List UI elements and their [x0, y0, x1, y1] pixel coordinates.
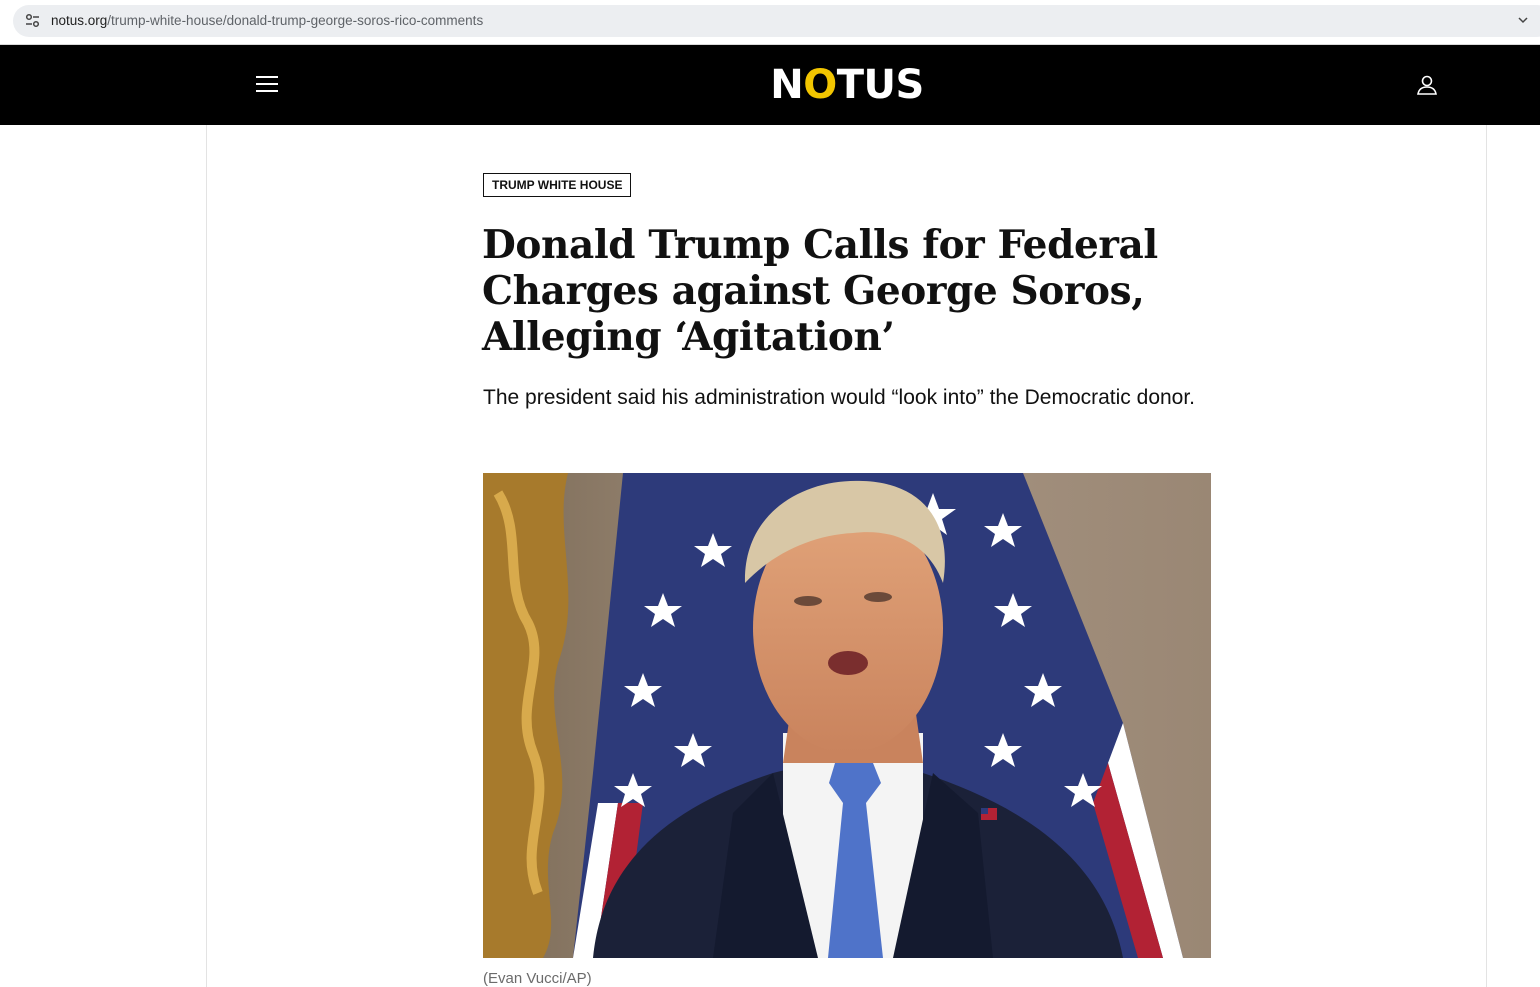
url-path: /trump-white-house/donald-trump-george-s… [107, 13, 484, 28]
notus-logo[interactable]: N O TUS [740, 62, 954, 108]
logo-tus: TUS [836, 62, 925, 108]
logo-n: N [770, 62, 804, 108]
url-host: notus.org [51, 13, 108, 28]
article-dek: The president said his administration wo… [483, 386, 1196, 409]
category-tag[interactable]: TRUMP WHITE HOUSE [483, 173, 632, 197]
logo-o: O [803, 62, 837, 108]
article-headline: Donald Trump Calls for Federal Charges a… [482, 222, 1158, 360]
browser-toolbar: notus.org/trump-white-house/donald-trump… [0, 0, 1540, 45]
address-bar[interactable]: notus.org/trump-white-house/donald-trump… [13, 5, 1540, 37]
user-icon[interactable] [1415, 73, 1439, 97]
chevron-down-icon[interactable] [1515, 12, 1531, 28]
hero-photo [483, 473, 1211, 958]
hero-photo-illustration [483, 473, 1211, 958]
url-text[interactable]: notus.org/trump-white-house/donald-trump… [51, 13, 483, 28]
site-header: N O TUS [0, 45, 1540, 125]
tune-icon[interactable] [23, 11, 43, 31]
hamburger-menu-icon[interactable] [256, 74, 278, 94]
photo-credit: (Evan Vucci/AP) [483, 970, 592, 987]
